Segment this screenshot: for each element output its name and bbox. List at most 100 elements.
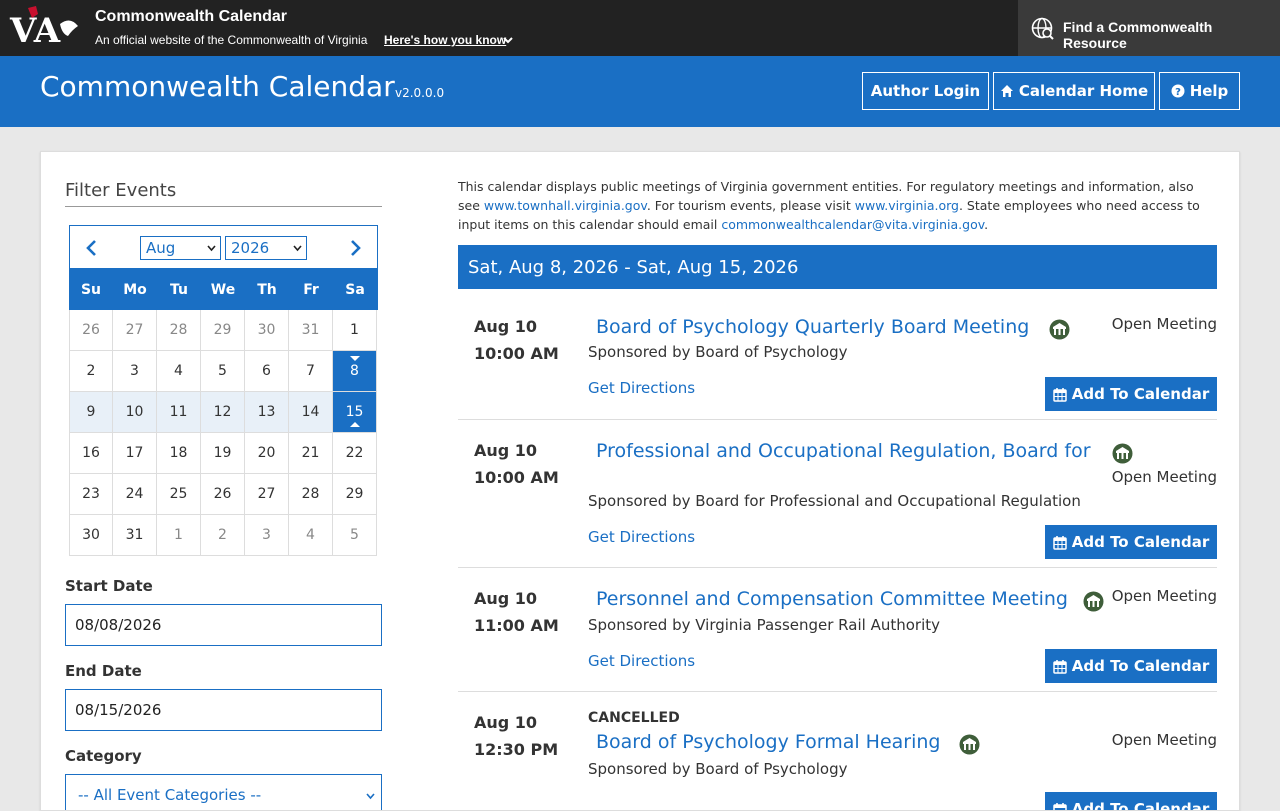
find-resource-button[interactable]: Find a Commonwealth Resource xyxy=(1018,0,1280,56)
calendar-day-range-end[interactable]: 15 xyxy=(333,392,377,433)
calendar-day[interactable]: 2 xyxy=(201,515,245,556)
add-to-calendar-button[interactable]: Add To Calendar xyxy=(1045,377,1217,411)
event-title-link[interactable]: Board of Psychology Formal Hearing xyxy=(596,731,941,753)
calendar-day-range-start[interactable]: 8 xyxy=(333,351,377,392)
end-date-label: End Date xyxy=(65,662,142,680)
calendar-day[interactable]: 30 xyxy=(69,515,113,556)
help-button[interactable]: ? Help xyxy=(1159,72,1240,110)
calendar-day[interactable]: 18 xyxy=(157,433,201,474)
year-select[interactable]: 2026 xyxy=(225,236,307,260)
calendar-day[interactable]: 6 xyxy=(245,351,289,392)
calendar-day[interactable]: 28 xyxy=(157,310,201,351)
calendar-day[interactable]: 31 xyxy=(113,515,157,556)
help-label: Help xyxy=(1190,82,1229,100)
caret-up-icon xyxy=(350,422,360,427)
weekday-label: Tu xyxy=(157,269,201,310)
date-range-banner: Sat, Aug 8, 2026 - Sat, Aug 15, 2026 xyxy=(458,245,1217,289)
calendar-day[interactable]: 23 xyxy=(69,474,113,515)
year-select-value: 2026 xyxy=(231,239,269,257)
main-card: Filter Events Aug 2026 Su Mo Tu We Th Fr… xyxy=(40,151,1240,811)
start-date-label: Start Date xyxy=(65,577,153,595)
add-to-calendar-button[interactable]: Add To Calendar xyxy=(1045,649,1217,683)
end-date-input[interactable]: 08/15/2026 xyxy=(65,689,382,731)
get-directions-link[interactable]: Get Directions xyxy=(588,528,695,546)
calendar-day[interactable]: 17 xyxy=(113,433,157,474)
category-select[interactable]: -- All Event Categories -- xyxy=(65,774,382,811)
calendar-icon xyxy=(1053,387,1067,402)
weekday-header: Su Mo Tu We Th Fr Sa xyxy=(69,269,378,310)
chevron-down-icon xyxy=(293,244,302,252)
calendar-day[interactable]: 16 xyxy=(69,433,113,474)
calendar-day[interactable]: 3 xyxy=(245,515,289,556)
app-header: Commonwealth Calendar v2.0.0.0 Author Lo… xyxy=(0,56,1280,127)
calendar-home-button[interactable]: Calendar Home xyxy=(993,72,1155,110)
calendar-day[interactable]: 3 xyxy=(113,351,157,392)
virginia-org-link[interactable]: www.virginia.org xyxy=(855,198,959,213)
calendar-day[interactable]: 29 xyxy=(333,474,377,515)
calendar-day[interactable]: 27 xyxy=(113,310,157,351)
calendar-day[interactable]: 29 xyxy=(201,310,245,351)
event-type: Open Meeting xyxy=(1112,315,1217,333)
calendar-day[interactable]: 25 xyxy=(157,474,201,515)
calendar-day[interactable]: 22 xyxy=(333,433,377,474)
app-version: v2.0.0.0 xyxy=(395,86,444,100)
calendar-day[interactable]: 26 xyxy=(201,474,245,515)
calendar-day[interactable]: 7 xyxy=(289,351,333,392)
event-datetime: Aug 10 11:00 AM xyxy=(474,585,559,639)
townhall-link[interactable]: www.townhall.virginia.gov xyxy=(484,198,647,213)
calendar-day[interactable]: 14 xyxy=(289,392,333,433)
calendar-day[interactable]: 27 xyxy=(245,474,289,515)
calendar-day[interactable]: 2 xyxy=(69,351,113,392)
calendar-day[interactable]: 10 xyxy=(113,392,157,433)
calendar-day[interactable]: 12 xyxy=(201,392,245,433)
event-title-link[interactable]: Professional and Occupational Regulation… xyxy=(596,440,1091,462)
chevron-left-icon[interactable] xyxy=(84,239,100,257)
get-directions-link[interactable]: Get Directions xyxy=(588,379,695,397)
calendar-day[interactable]: 5 xyxy=(333,515,377,556)
event-title-link[interactable]: Board of Psychology Quarterly Board Meet… xyxy=(596,316,1029,338)
calendar-day[interactable]: 9 xyxy=(69,392,113,433)
chevron-down-icon xyxy=(207,244,216,252)
calendar-day[interactable]: 21 xyxy=(289,433,333,474)
weekday-label: Fr xyxy=(289,269,333,310)
calendar-day[interactable]: 1 xyxy=(333,310,377,351)
event-type: Open Meeting xyxy=(1112,468,1217,486)
month-select[interactable]: Aug xyxy=(140,236,221,260)
start-date-input[interactable]: 08/08/2026 xyxy=(65,604,382,646)
category-label: Category xyxy=(65,747,142,765)
event-datetime: Aug 10 12:30 PM xyxy=(474,709,558,763)
add-to-calendar-label: Add To Calendar xyxy=(1072,800,1209,811)
calendar-day[interactable]: 4 xyxy=(289,515,333,556)
svg-text:?: ? xyxy=(1175,87,1181,98)
add-to-calendar-button[interactable]: Add To Calendar xyxy=(1045,792,1217,811)
event-datetime: Aug 10 10:00 AM xyxy=(474,437,559,491)
app-title: Commonwealth Calendar xyxy=(40,70,395,103)
add-to-calendar-button[interactable]: Add To Calendar xyxy=(1045,525,1217,559)
calendar-day[interactable]: 1 xyxy=(157,515,201,556)
calendar-day[interactable]: 5 xyxy=(201,351,245,392)
add-to-calendar-label: Add To Calendar xyxy=(1072,657,1209,675)
calendar-day[interactable]: 19 xyxy=(201,433,245,474)
get-directions-link[interactable]: Get Directions xyxy=(588,652,695,670)
calendar-day[interactable]: 28 xyxy=(289,474,333,515)
calendar-day[interactable]: 20 xyxy=(245,433,289,474)
chevron-down-icon[interactable] xyxy=(502,35,514,45)
calendar-day[interactable]: 11 xyxy=(157,392,201,433)
calendar-day-number: 8 xyxy=(350,363,359,379)
calendar-day[interactable]: 24 xyxy=(113,474,157,515)
calendar-day[interactable]: 26 xyxy=(69,310,113,351)
calendar-icon xyxy=(1053,802,1067,811)
author-login-button[interactable]: Author Login xyxy=(862,72,989,110)
event-status: CANCELLED xyxy=(588,710,680,726)
event-date: Aug 10 xyxy=(474,437,559,464)
how-you-know-link[interactable]: Here's how you know xyxy=(384,33,506,47)
calendar-day[interactable]: 31 xyxy=(289,310,333,351)
calendar-day[interactable]: 4 xyxy=(157,351,201,392)
calendar-day[interactable]: 30 xyxy=(245,310,289,351)
event-date: Aug 10 xyxy=(474,709,558,736)
chevron-right-icon[interactable] xyxy=(347,239,363,257)
event-title-link[interactable]: Personnel and Compensation Committee Mee… xyxy=(596,588,1068,610)
email-link[interactable]: commonwealthcalendar@vita.virginia.gov xyxy=(721,217,984,232)
site-subtitle: An official website of the Commonwealth … xyxy=(95,33,367,47)
calendar-day[interactable]: 13 xyxy=(245,392,289,433)
